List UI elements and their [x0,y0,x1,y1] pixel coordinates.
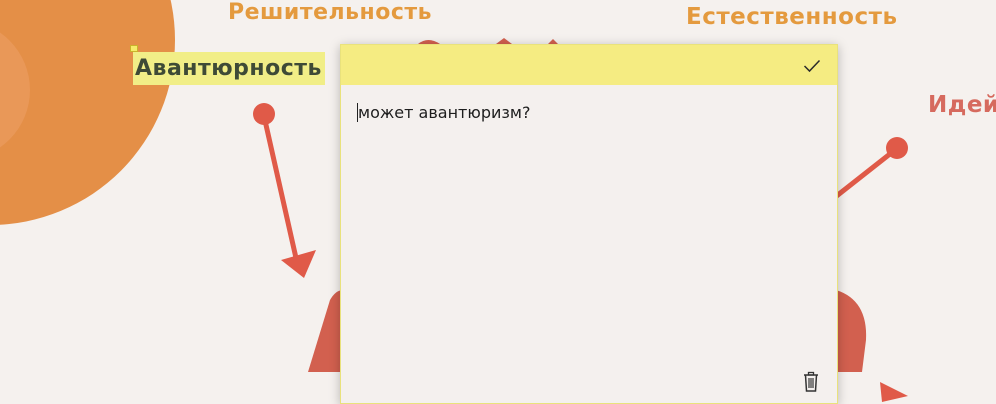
note-header [341,45,837,85]
big-letter-right-fragment [836,290,867,372]
note-text-area[interactable]: может авантюризм? [357,103,821,122]
trash-icon[interactable] [801,371,821,393]
word-naturalness: Естественность [686,4,898,30]
red-arrow-right [831,137,908,201]
word-ideas: Идей [928,92,996,118]
word-adventurousness-highlighted[interactable]: Авантюрность [133,52,325,85]
comment-marker-icon[interactable] [130,45,138,52]
sticky-note: может авантюризм? [340,44,838,404]
red-arrowhead-bottom [880,382,908,402]
red-arrow-left [253,103,316,278]
check-icon[interactable] [801,56,823,76]
note-text: может авантюризм? [358,103,531,122]
word-decisiveness: Решительность [228,0,433,25]
